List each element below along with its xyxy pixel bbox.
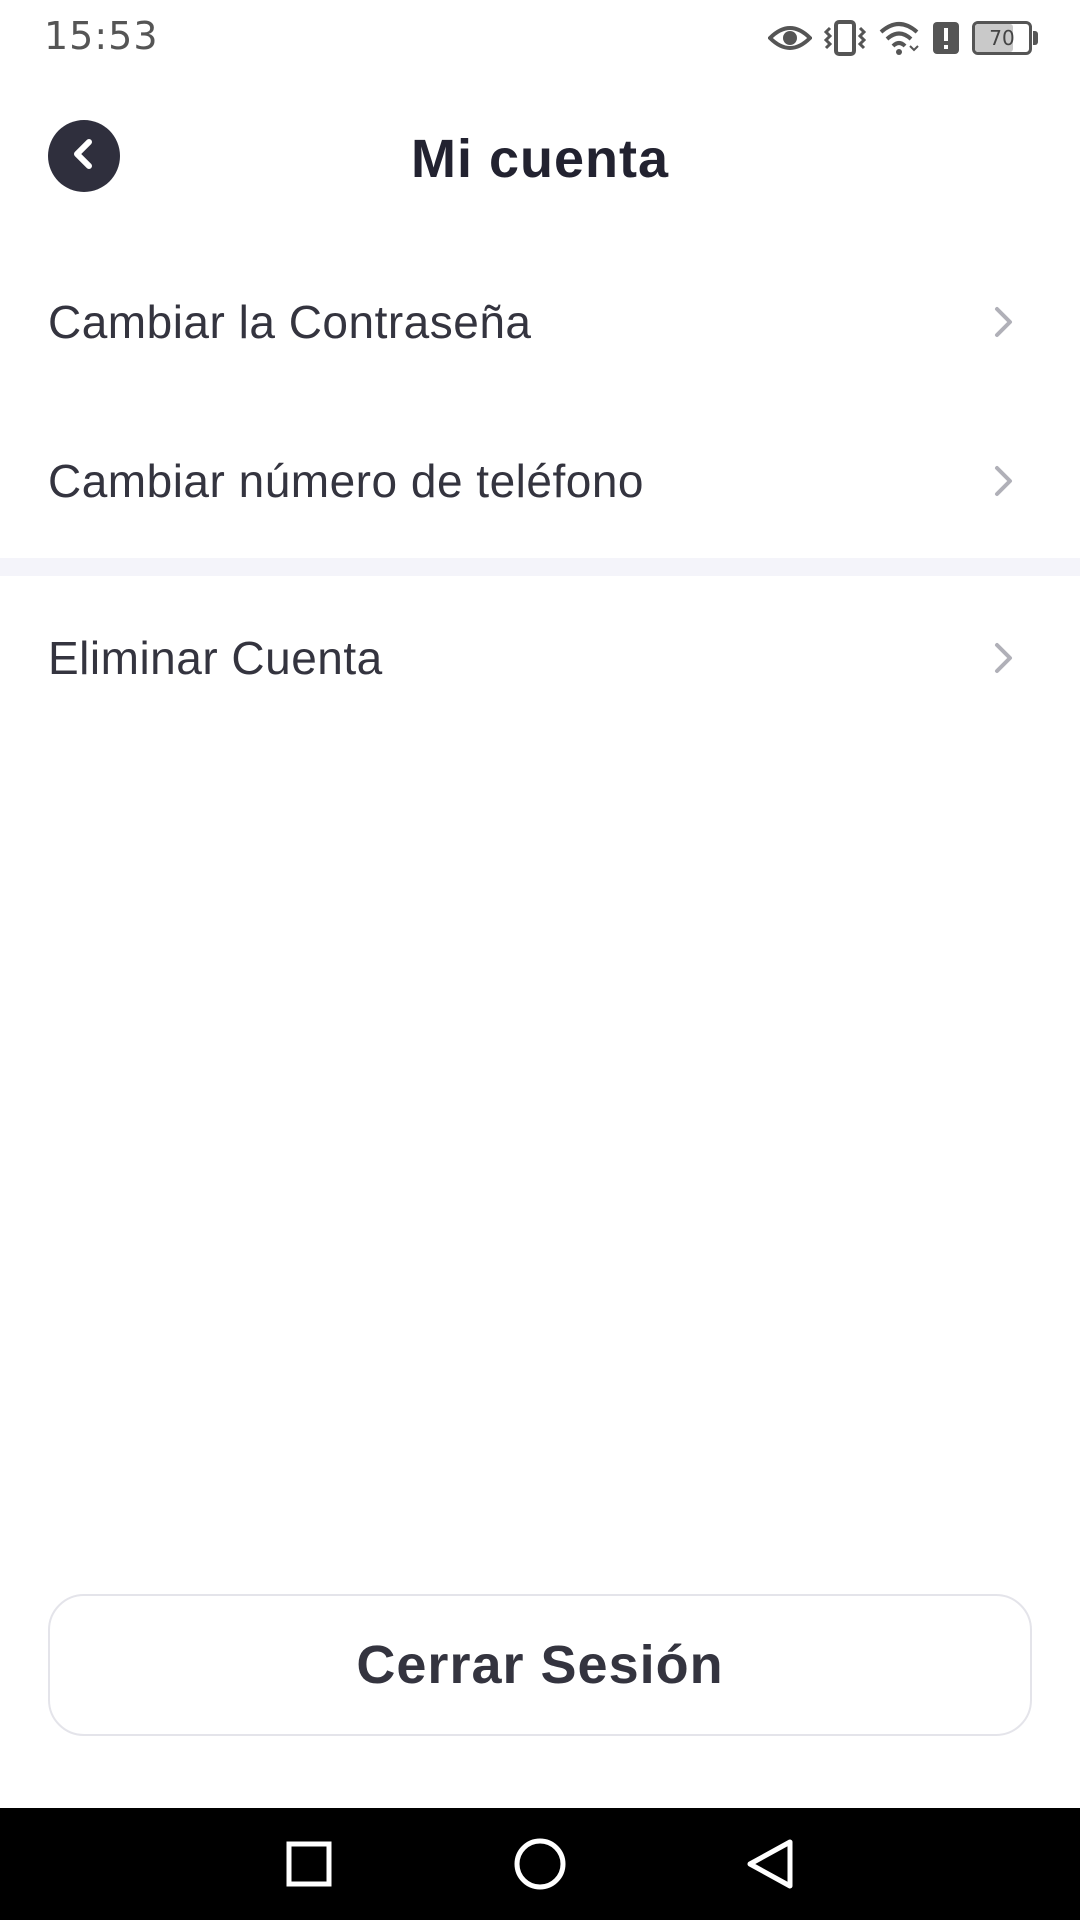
status-bar: 15:53 70 (0, 0, 1080, 76)
account-screen: 15:53 70 Mi cuenta Cambiar la Contraseña… (0, 0, 1080, 1920)
battery-tip (1033, 31, 1038, 45)
chevron-right-icon (992, 304, 1016, 340)
section-divider (0, 558, 1080, 576)
menu-item-label: Cambiar número de teléfono (48, 455, 644, 507)
recents-square-icon[interactable] (281, 1836, 337, 1892)
menu-item-change-password[interactable]: Cambiar la Contraseña (0, 247, 1080, 397)
battery-icon: 70 (972, 21, 1038, 55)
chevron-right-icon (992, 640, 1016, 676)
chevron-right-icon (992, 463, 1016, 499)
back-triangle-icon[interactable] (742, 1836, 798, 1892)
logout-button[interactable]: Cerrar Sesión (48, 1594, 1032, 1736)
menu-item-label: Cambiar la Contraseña (48, 296, 532, 348)
menu-item-change-phone[interactable]: Cambiar número de teléfono (0, 406, 1080, 556)
status-time: 15:53 (44, 14, 159, 58)
menu-item-label: Eliminar Cuenta (48, 632, 383, 684)
menu-item-delete-account[interactable]: Eliminar Cuenta (0, 583, 1080, 733)
alert-icon (932, 21, 960, 55)
vibrate-icon (824, 20, 866, 56)
header: Mi cuenta (0, 110, 1080, 210)
page-title: Mi cuenta (410, 129, 670, 189)
status-icons: 70 (768, 18, 1038, 58)
system-nav-bar (0, 1808, 1080, 1920)
eye-icon (768, 22, 812, 54)
battery-level: 70 (989, 26, 1015, 50)
wifi-icon (878, 20, 920, 56)
home-circle-icon[interactable] (512, 1836, 568, 1892)
